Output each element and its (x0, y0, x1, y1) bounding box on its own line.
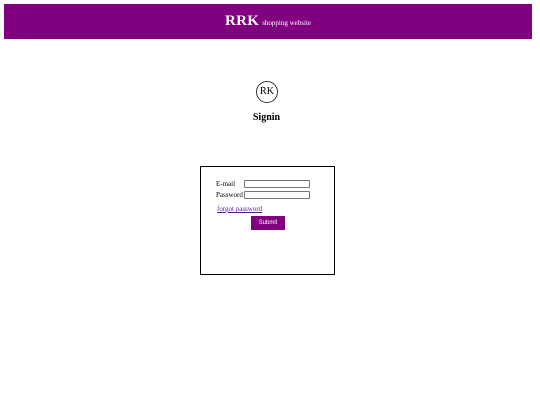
logo-text: RK (260, 86, 274, 97)
brand-name: RRK (224, 13, 260, 29)
email-label: E-mail (216, 180, 236, 188)
signin-form: E-mail Password forgot password Submit (200, 166, 335, 275)
brand-tagline: shopping website (262, 19, 312, 27)
page-title: Signin (252, 112, 281, 123)
submit-button[interactable]: Submit (251, 216, 285, 230)
email-field[interactable] (244, 180, 310, 188)
password-label: Password (216, 191, 243, 199)
site-header: RRK shopping website (4, 4, 532, 39)
password-field[interactable] (244, 191, 310, 199)
rk-logo-icon: RK (256, 81, 278, 103)
forgot-password-link[interactable]: forgot password (217, 205, 262, 213)
